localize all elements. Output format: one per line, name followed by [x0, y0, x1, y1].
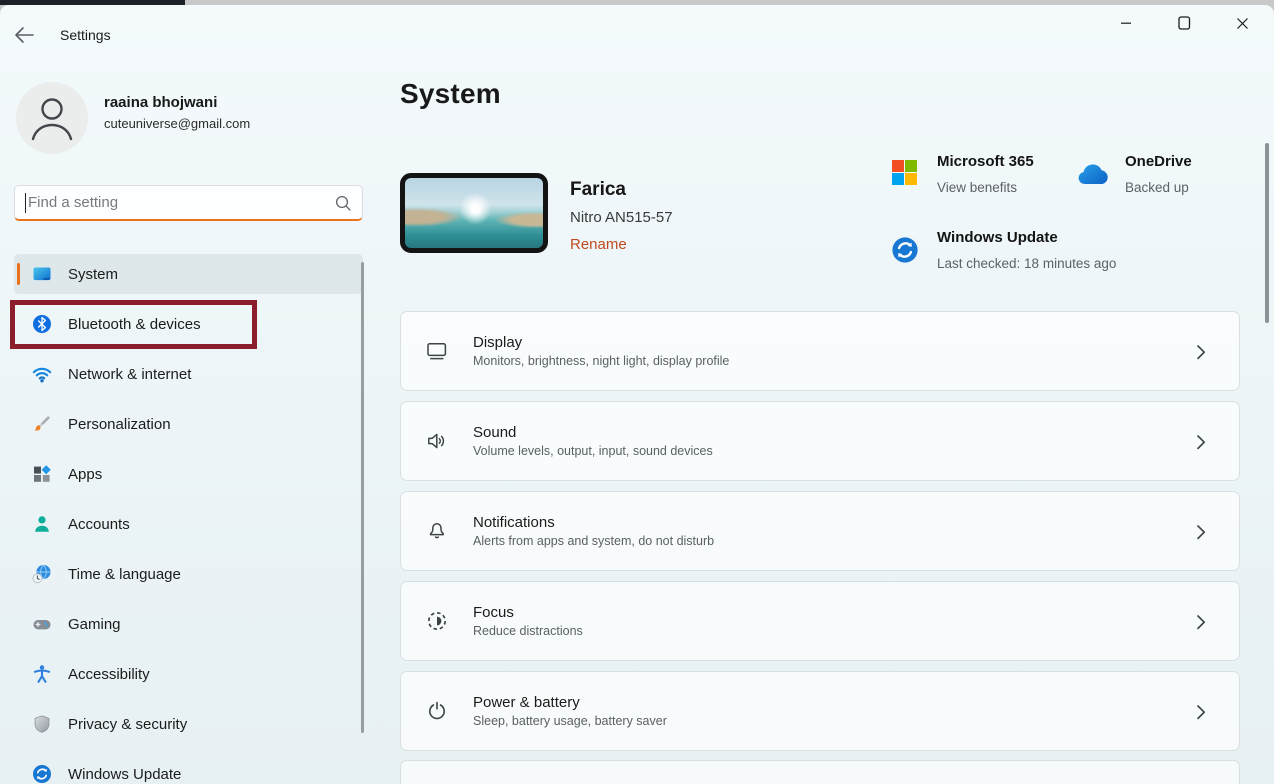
apps-icon — [32, 464, 52, 484]
ms-square-yellow — [905, 173, 917, 185]
privacy-security-icon — [32, 714, 52, 734]
accessibility-icon — [32, 664, 52, 684]
row-title: Notifications — [473, 514, 714, 531]
close-button[interactable] — [1224, 8, 1260, 38]
settings-row-focus[interactable]: Focus Reduce distractions — [400, 581, 1240, 661]
row-title: Power & battery — [473, 694, 667, 711]
row-subtitle: Reduce distractions — [473, 624, 583, 638]
windows-update-title[interactable]: Windows Update — [937, 229, 1058, 246]
onedrive-title[interactable]: OneDrive — [1125, 153, 1192, 170]
sidebar-item-accounts[interactable]: Accounts — [14, 504, 363, 544]
settings-row-partial[interactable] — [400, 760, 1240, 784]
sidebar-item-gaming[interactable]: Gaming — [14, 604, 363, 644]
row-subtitle: Alerts from apps and system, do not dist… — [473, 534, 714, 548]
windows-update-icon — [32, 764, 52, 784]
sidebar-item-label: Network & internet — [68, 366, 191, 383]
device-name: Farica — [570, 179, 626, 201]
window-surface: Settings raaina bhojwani cuteuniverse@gm… — [0, 5, 1274, 784]
sidebar-item-system[interactable]: System — [14, 254, 363, 294]
chevron-right-icon — [1189, 340, 1213, 364]
settings-row-notifications[interactable]: Notifications Alerts from apps and syste… — [400, 491, 1240, 571]
display-icon — [425, 339, 449, 363]
chevron-right-icon — [1189, 700, 1213, 724]
notifications-icon — [425, 519, 449, 543]
text-caret — [25, 193, 26, 213]
windows-update-subtitle: Last checked: 18 minutes ago — [937, 256, 1116, 271]
sidebar-item-accessibility[interactable]: Accessibility — [14, 654, 363, 694]
gaming-icon — [32, 614, 52, 634]
device-model: Nitro AN515-57 — [570, 209, 673, 226]
settings-row-display[interactable]: Display Monitors, brightness, night ligh… — [400, 311, 1240, 391]
avatar[interactable] — [16, 82, 88, 154]
person-icon — [16, 82, 88, 154]
sidebar-item-label: Gaming — [68, 616, 121, 633]
profile-email: cuteuniverse@gmail.com — [104, 116, 250, 131]
close-icon — [1236, 17, 1249, 30]
app-title: Settings — [60, 27, 111, 43]
settings-row-sound[interactable]: Sound Volume levels, output, input, soun… — [400, 401, 1240, 481]
power-icon — [425, 699, 449, 723]
row-subtitle: Volume levels, output, input, sound devi… — [473, 444, 713, 458]
personalization-icon — [32, 414, 52, 434]
sidebar-item-label: Bluetooth & devices — [68, 316, 201, 333]
sidebar-scrollbar[interactable] — [361, 262, 364, 733]
minimize-icon — [1120, 17, 1132, 29]
sidebar-item-time-language[interactable]: Time & language — [14, 554, 363, 594]
sidebar-item-label: Personalization — [68, 416, 171, 433]
network-icon — [32, 364, 52, 384]
sidebar-item-label: Accounts — [68, 516, 130, 533]
settings-row-power-battery[interactable]: Power & battery Sleep, battery usage, ba… — [400, 671, 1240, 751]
accounts-icon — [32, 514, 52, 534]
chevron-right-icon — [1189, 430, 1213, 454]
row-title: Display — [473, 334, 729, 351]
back-arrow-icon — [14, 26, 34, 44]
sidebar-item-label: Privacy & security — [68, 716, 187, 733]
row-title: Focus — [473, 604, 583, 621]
sidebar-item-network-internet[interactable]: Network & internet — [14, 354, 363, 394]
onedrive-icon — [1074, 164, 1110, 188]
sidebar-item-label: System — [68, 266, 118, 283]
back-button[interactable] — [8, 22, 40, 48]
microsoft-365-icon — [892, 160, 917, 185]
ms-square-green — [905, 160, 917, 172]
microsoft-365-title[interactable]: Microsoft 365 — [937, 153, 1034, 170]
sidebar-item-windows-update[interactable]: Windows Update — [14, 754, 363, 784]
ms-square-red — [892, 160, 904, 172]
focus-icon — [425, 609, 449, 633]
windows-update-icon — [891, 236, 919, 264]
row-title: Sound — [473, 424, 713, 441]
row-subtitle: Sleep, battery usage, battery saver — [473, 714, 667, 728]
rename-link[interactable]: Rename — [570, 236, 627, 253]
sound-icon — [425, 429, 449, 453]
search-input[interactable] — [28, 194, 334, 211]
system-icon — [32, 264, 52, 284]
sidebar-item-label: Windows Update — [68, 766, 181, 783]
profile-name: raaina bhojwani — [104, 94, 217, 111]
sidebar-item-apps[interactable]: Apps — [14, 454, 363, 494]
microsoft-365-subtitle: View benefits — [937, 180, 1017, 195]
minimize-button[interactable] — [1108, 8, 1144, 38]
search-box[interactable] — [14, 185, 363, 221]
sidebar-item-personalization[interactable]: Personalization — [14, 404, 363, 444]
main-scrollbar[interactable] — [1265, 143, 1269, 323]
row-subtitle: Monitors, brightness, night light, displ… — [473, 354, 729, 368]
onedrive-subtitle: Backed up — [1125, 180, 1189, 195]
time-language-icon — [32, 564, 52, 584]
settings-window: Settings raaina bhojwani cuteuniverse@gm… — [0, 0, 1274, 784]
maximize-button[interactable] — [1166, 8, 1202, 38]
search-icon — [334, 194, 352, 212]
sidebar-item-privacy-security[interactable]: Privacy & security — [14, 704, 363, 744]
device-thumbnail — [400, 173, 548, 253]
sidebar-item-label: Apps — [68, 466, 102, 483]
sidebar-item-label: Time & language — [68, 566, 181, 583]
ms-square-blue — [892, 173, 904, 185]
bluetooth-icon — [32, 314, 52, 334]
chevron-right-icon — [1189, 610, 1213, 634]
page-title: System — [400, 78, 501, 110]
maximize-icon — [1178, 16, 1191, 30]
selected-indicator — [17, 263, 20, 285]
sidebar-item-bluetooth-devices[interactable]: Bluetooth & devices — [14, 304, 363, 344]
chevron-right-icon — [1189, 520, 1213, 544]
sidebar-item-label: Accessibility — [68, 666, 150, 683]
